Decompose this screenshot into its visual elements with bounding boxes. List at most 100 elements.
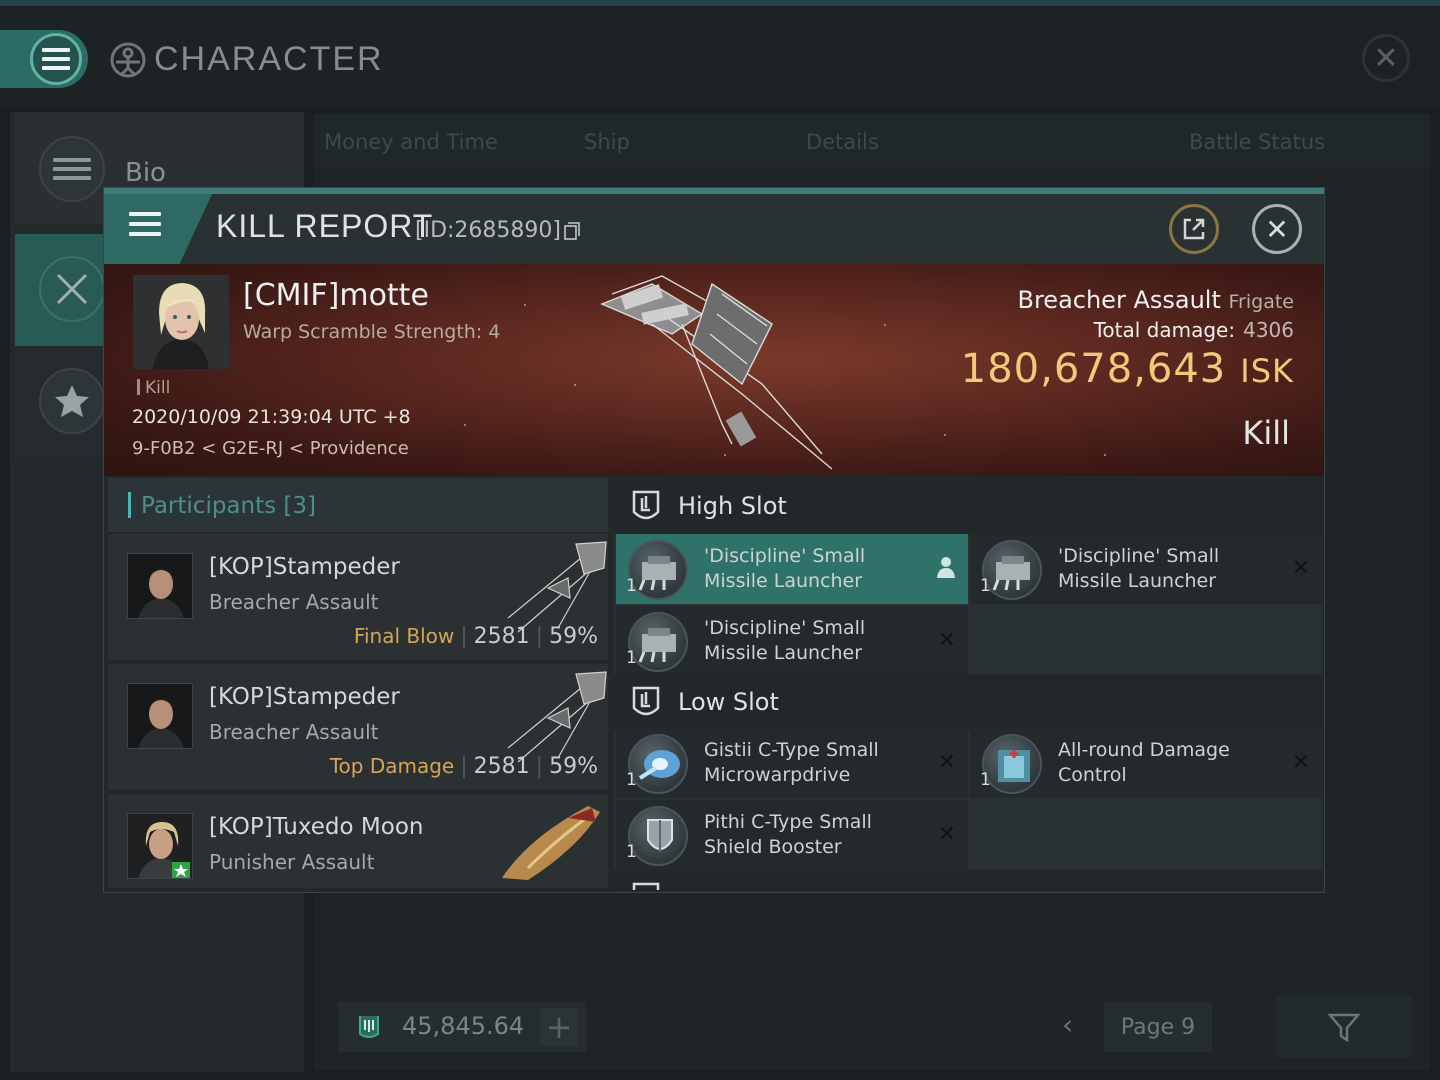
damage-control-icon: [982, 734, 1042, 794]
victim-subtitle: Warp Scramble Strength: 4: [243, 321, 501, 343]
total-damage-value: 4306: [1243, 318, 1294, 342]
sidebar-item-label: Bio: [125, 158, 166, 188]
isk-icon: [359, 1016, 379, 1038]
character-icon: [110, 42, 146, 78]
item-quantity: 1: [626, 842, 637, 862]
kill-location[interactable]: 9-F0B2 < G2E-RJ < Providence: [132, 438, 409, 459]
kill-tag: Kill: [137, 378, 170, 398]
footer-bar: 45,845.64 + ‹ Page 9: [314, 984, 1430, 1074]
share-button[interactable]: [1169, 204, 1219, 254]
filter-icon: [1327, 1013, 1361, 1043]
participant-stats: Final Blow | 2581 | 59%: [353, 624, 598, 649]
missile-launcher-icon: [982, 540, 1042, 600]
item-name: Pithi C-Type Small Shield Booster: [704, 811, 872, 858]
final-blow-label: Final Blow: [353, 624, 455, 648]
item-quantity: 1: [980, 770, 991, 790]
kill-report-title: KILL REPORT: [216, 208, 434, 244]
destroyed-x-icon: ✕: [1291, 750, 1310, 775]
isk-balance: 45,845.64: [402, 1012, 525, 1040]
chevron-left-icon[interactable]: ‹: [1062, 1008, 1073, 1041]
victim-ship-image: [600, 275, 833, 470]
item-quantity: 1: [626, 770, 637, 790]
shield-booster-icon: [628, 806, 688, 866]
participant-percent: 59%: [549, 754, 598, 779]
high-slot-icon: [632, 490, 660, 520]
low-slot-item[interactable]: 1 Gistii C-Type Small Microwarpdrive ✕: [616, 728, 968, 798]
isk-unit: ISK: [1240, 352, 1294, 390]
high-slot-item[interactable]: 1 'Discipline' Small Missile Launcher ✕: [970, 534, 1322, 604]
top-damage-label: Top Damage: [329, 754, 455, 778]
participant-ship-image: [507, 671, 607, 763]
high-slot-label: High Slot: [678, 492, 787, 520]
destroyed-x-icon: ✕: [937, 628, 956, 653]
victim-name[interactable]: [CMIF]motte: [243, 278, 429, 313]
filter-button[interactable]: [1276, 996, 1412, 1058]
kill-datetime: 2020/10/09 21:39:04 UTC +8: [132, 406, 411, 428]
participant-ship-image: [507, 541, 607, 633]
participant-name[interactable]: [KOP]Stampeder: [209, 554, 400, 580]
participants-header: Participants [3]: [108, 478, 608, 532]
item-name: 'Discipline' Small Missile Launcher: [704, 545, 866, 592]
total-damage: Total damage: 4306: [1093, 318, 1294, 342]
participant-name[interactable]: [KOP]Stampeder: [209, 684, 400, 710]
missile-launcher-icon: [628, 612, 688, 672]
participant-name[interactable]: [KOP]Tuxedo Moon: [209, 814, 423, 840]
kill-report-menu-button[interactable]: [104, 194, 212, 264]
participant-ship: Punisher Assault: [209, 850, 375, 874]
participant-damage: 2581: [473, 624, 530, 649]
participants-title: Participants [3]: [141, 493, 316, 519]
isk-balance-box: 45,845.64 +: [338, 1002, 586, 1052]
missile-launcher-icon: [628, 540, 688, 600]
participant-ship: Breacher Assault: [209, 590, 379, 614]
low-slot-header: Low Slot: [614, 674, 1322, 730]
close-icon[interactable]: ✕: [1362, 34, 1410, 82]
ship-class-label: Frigate: [1228, 291, 1294, 313]
victim-portrait[interactable]: [133, 275, 229, 369]
participant-ship: Breacher Assault: [209, 720, 379, 744]
low-slot-icon: [632, 686, 660, 716]
participant-ship-image: [502, 806, 600, 880]
crossed-swords-icon: [39, 256, 105, 322]
tab-money-and-time[interactable]: Money and Time: [324, 130, 498, 154]
participant-row[interactable]: [KOP]Stampeder Breacher Assault Top Dama…: [108, 664, 608, 790]
low-slot-item[interactable]: 1 All-round Damage Control ✕: [970, 728, 1322, 798]
close-icon[interactable]: ✕: [1252, 204, 1302, 254]
main-menu-button[interactable]: [30, 33, 82, 85]
participants-panel: Participants [3] [KOP]Stampeder Breacher…: [108, 478, 608, 888]
fitting-panel: High Slot 1 'Discipline' Small Missile L…: [614, 478, 1322, 890]
mid-slot-icon: [632, 882, 660, 890]
hamburger-icon: [129, 212, 161, 236]
add-isk-button[interactable]: +: [540, 1008, 578, 1046]
tab-ship[interactable]: Ship: [584, 130, 630, 154]
microwarpdrive-icon: [628, 734, 688, 794]
avatar: [127, 683, 193, 749]
kill-result: Kill: [1242, 414, 1290, 452]
high-slot-header: High Slot: [614, 478, 1322, 534]
isk-value: 180,678,643 ISK: [960, 346, 1294, 392]
victim-banner: [CMIF]motte Warp Scramble Strength: 4 Ki…: [104, 264, 1324, 476]
copy-icon[interactable]: [564, 222, 580, 240]
item-name: Gistii C-Type Small Microwarpdrive: [704, 739, 879, 786]
window-title: CHARACTER: [154, 40, 384, 78]
page-indicator[interactable]: Page 9: [1104, 1002, 1212, 1052]
tab-battle-status[interactable]: Battle Status: [1189, 130, 1325, 154]
kill-report-id: [ID:2685890]: [415, 218, 561, 243]
tab-details[interactable]: Details: [806, 130, 879, 154]
item-name: 'Discipline' Small Missile Launcher: [704, 617, 866, 664]
participant-row[interactable]: [KOP]Tuxedo Moon Punisher Assault: [108, 794, 608, 888]
participant-row[interactable]: [KOP]Stampeder Breacher Assault Final Bl…: [108, 534, 608, 660]
star-icon: [39, 368, 105, 434]
ship-name[interactable]: Breacher Assault Frigate: [1018, 286, 1295, 314]
item-quantity: 1: [626, 576, 637, 596]
participant-stats: Top Damage | 2581 | 59%: [329, 754, 598, 779]
destroyed-x-icon: ✕: [937, 750, 956, 775]
share-icon: [1183, 218, 1205, 240]
bio-icon: [39, 136, 105, 202]
avatar: [127, 553, 193, 619]
participant-percent: 59%: [549, 624, 598, 649]
low-slot-item[interactable]: 1 Pithi C-Type Small Shield Booster ✕: [616, 800, 968, 870]
high-slot-item[interactable]: 1 'Discipline' Small Missile Launcher: [616, 534, 968, 604]
destroyed-x-icon: ✕: [937, 822, 956, 847]
high-slot-item[interactable]: 1 'Discipline' Small Missile Launcher ✕: [616, 606, 968, 676]
item-name: 'Discipline' Small Missile Launcher: [1058, 545, 1220, 592]
